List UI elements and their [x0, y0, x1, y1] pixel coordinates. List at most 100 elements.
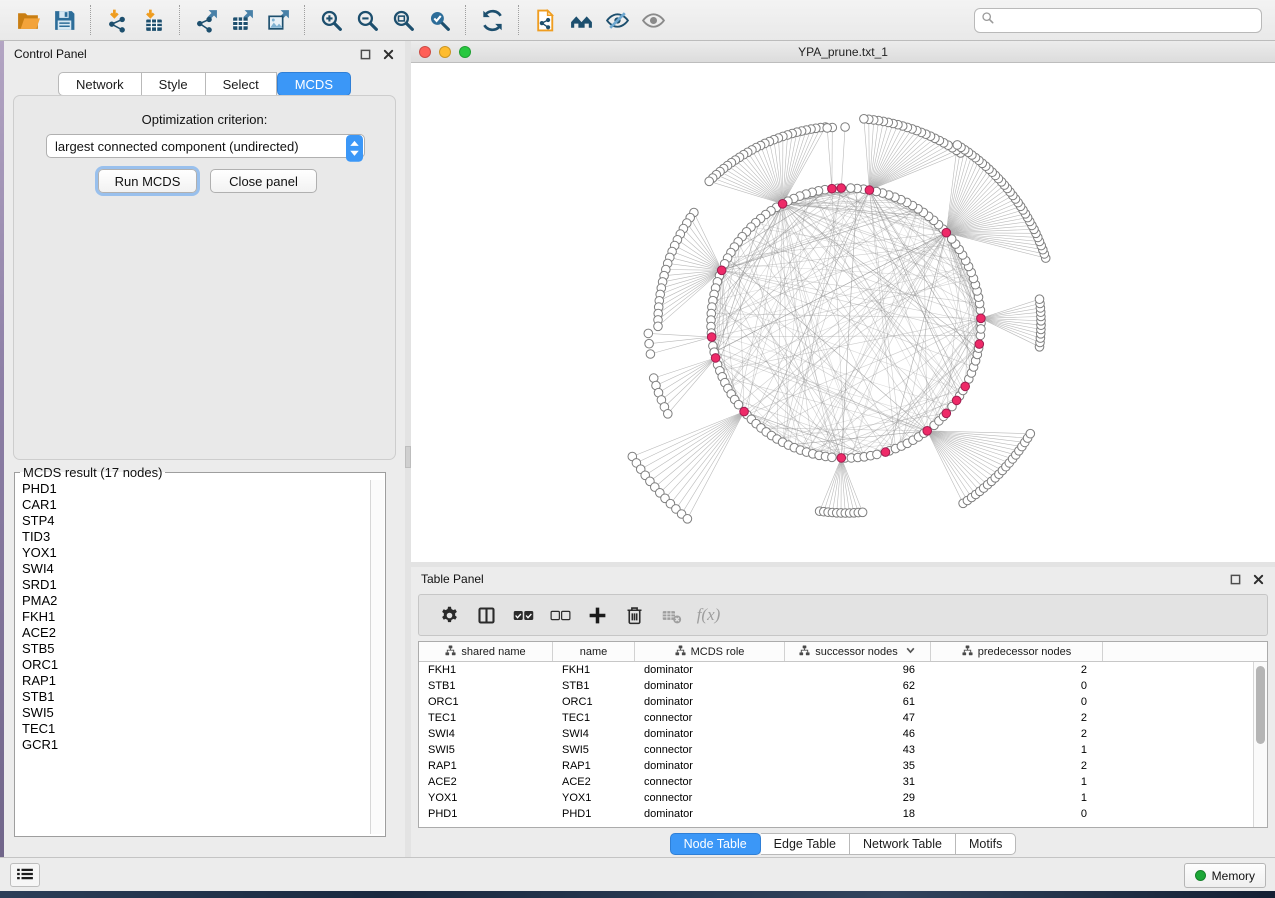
add-icon[interactable]	[579, 598, 616, 632]
table-row[interactable]: STB1STB1dominator620	[419, 678, 1253, 694]
column-header[interactable]: MCDS role	[635, 642, 785, 661]
table-row[interactable]: PHD1PHD1dominator180	[419, 806, 1253, 822]
graph-node[interactable]	[654, 322, 663, 331]
mcds-result-item[interactable]: SRD1	[22, 577, 370, 593]
select-all-icon[interactable]	[505, 598, 542, 632]
graph-hub-node[interactable]	[865, 186, 874, 195]
close-panel-icon[interactable]	[1251, 572, 1265, 586]
graph-node[interactable]	[683, 515, 692, 524]
tab-edge-table[interactable]: Edge Table	[761, 833, 850, 855]
mcds-list-scrollbar[interactable]	[370, 480, 384, 834]
zoom-out-icon[interactable]	[349, 3, 385, 37]
mcds-result-list[interactable]: PHD1CAR1STP4TID3YOX1SWI4SRD1PMA2FKH1ACE2…	[17, 480, 370, 834]
column-header[interactable]: successor nodes	[785, 642, 931, 661]
zoom-in-icon[interactable]	[313, 3, 349, 37]
column-header[interactable]: predecessor nodes	[931, 642, 1103, 661]
overview-icon[interactable]	[563, 3, 599, 37]
float-panel-icon[interactable]	[1228, 572, 1242, 586]
graph-hub-node[interactable]	[881, 448, 890, 457]
run-mcds-button[interactable]: Run MCDS	[98, 169, 197, 193]
tab-network[interactable]: Network	[58, 72, 142, 96]
tab-mcds[interactable]: MCDS	[277, 72, 351, 96]
mcds-result-item[interactable]: TEC1	[22, 721, 370, 737]
graph-hub-node[interactable]	[837, 184, 846, 193]
memory-button[interactable]: Memory	[1184, 863, 1266, 888]
column-header[interactable]: shared name	[419, 642, 553, 661]
graph-hub-node[interactable]	[975, 340, 984, 349]
graph-hub-node[interactable]	[942, 228, 951, 237]
export-table-icon[interactable]	[224, 3, 260, 37]
delete-icon[interactable]	[616, 598, 653, 632]
graph-node[interactable]	[953, 141, 962, 150]
graph-hub-node[interactable]	[923, 427, 932, 436]
graph-node[interactable]	[841, 123, 850, 132]
float-panel-icon[interactable]	[358, 47, 372, 61]
close-panel-button[interactable]: Close panel	[210, 169, 317, 193]
table-scrollbar[interactable]	[1253, 662, 1267, 827]
graph-node[interactable]	[823, 124, 832, 133]
graph-hub-node[interactable]	[952, 396, 961, 405]
graph-hub-node[interactable]	[717, 266, 726, 275]
table-row[interactable]: SWI5SWI5connector431	[419, 742, 1253, 758]
table-row[interactable]: FKH1FKH1dominator962	[419, 662, 1253, 678]
graph-node[interactable]	[705, 177, 714, 186]
graph-node[interactable]	[977, 325, 986, 334]
graph-node[interactable]	[644, 329, 653, 338]
mcds-result-item[interactable]: TID3	[22, 529, 370, 545]
mcds-result-item[interactable]: STP4	[22, 513, 370, 529]
open-file-icon[interactable]	[10, 3, 46, 37]
zoom-fit-icon[interactable]	[385, 3, 421, 37]
task-history-button[interactable]	[10, 863, 40, 887]
mcds-result-item[interactable]: YOX1	[22, 545, 370, 561]
network-canvas-svg[interactable]	[411, 63, 1275, 562]
mcds-result-item[interactable]: GCR1	[22, 737, 370, 753]
mcds-result-item[interactable]: SWI5	[22, 705, 370, 721]
graph-node[interactable]	[1035, 295, 1044, 304]
graph-hub-node[interactable]	[837, 454, 846, 463]
graph-node[interactable]	[858, 508, 867, 517]
graph-hub-node[interactable]	[778, 200, 787, 209]
tab-style[interactable]: Style	[142, 72, 206, 96]
zoom-selected-icon[interactable]	[421, 3, 457, 37]
graph-hub-node[interactable]	[828, 184, 837, 193]
export-network-icon[interactable]	[188, 3, 224, 37]
graph-hub-node[interactable]	[942, 409, 951, 418]
minimize-window-icon[interactable]	[439, 46, 451, 58]
graph-node[interactable]	[646, 350, 655, 359]
show-column-panel-icon[interactable]	[468, 598, 505, 632]
tab-motifs[interactable]: Motifs	[956, 833, 1016, 855]
share-document-icon[interactable]	[527, 3, 563, 37]
refresh-icon[interactable]	[474, 3, 510, 37]
mcds-result-item[interactable]: PHD1	[22, 481, 370, 497]
tab-select[interactable]: Select	[206, 72, 277, 96]
table-settings-icon[interactable]	[431, 598, 468, 632]
graph-node[interactable]	[873, 450, 882, 459]
mcds-result-item[interactable]: STB5	[22, 641, 370, 657]
table-row[interactable]: SWI4SWI4dominator462	[419, 726, 1253, 742]
search-box[interactable]	[974, 8, 1262, 33]
close-window-icon[interactable]	[419, 46, 431, 58]
zoom-window-icon[interactable]	[459, 46, 471, 58]
graph-hub-node[interactable]	[707, 333, 716, 342]
show-details-icon[interactable]	[635, 3, 671, 37]
table-row[interactable]: ORC1ORC1dominator610	[419, 694, 1253, 710]
tab-node-table[interactable]: Node Table	[670, 833, 761, 855]
mcds-result-item[interactable]: ORC1	[22, 657, 370, 673]
graph-hub-node[interactable]	[977, 314, 986, 323]
mcds-result-item[interactable]: RAP1	[22, 673, 370, 689]
mcds-result-item[interactable]: PMA2	[22, 593, 370, 609]
tab-network-table[interactable]: Network Table	[850, 833, 956, 855]
mcds-result-item[interactable]: FKH1	[22, 609, 370, 625]
export-image-icon[interactable]	[260, 3, 296, 37]
import-network-icon[interactable]	[99, 3, 135, 37]
criterion-dropdown[interactable]: largest connected component (undirected)	[46, 134, 365, 158]
close-panel-icon[interactable]	[381, 47, 395, 61]
graph-hub-node[interactable]	[711, 354, 720, 363]
graph-node[interactable]	[860, 115, 869, 124]
graph-node[interactable]	[645, 339, 654, 348]
mcds-result-item[interactable]: STB1	[22, 689, 370, 705]
graph-hub-node[interactable]	[961, 382, 970, 391]
save-session-icon[interactable]	[46, 3, 82, 37]
graph-node[interactable]	[846, 184, 855, 193]
mcds-result-item[interactable]: CAR1	[22, 497, 370, 513]
